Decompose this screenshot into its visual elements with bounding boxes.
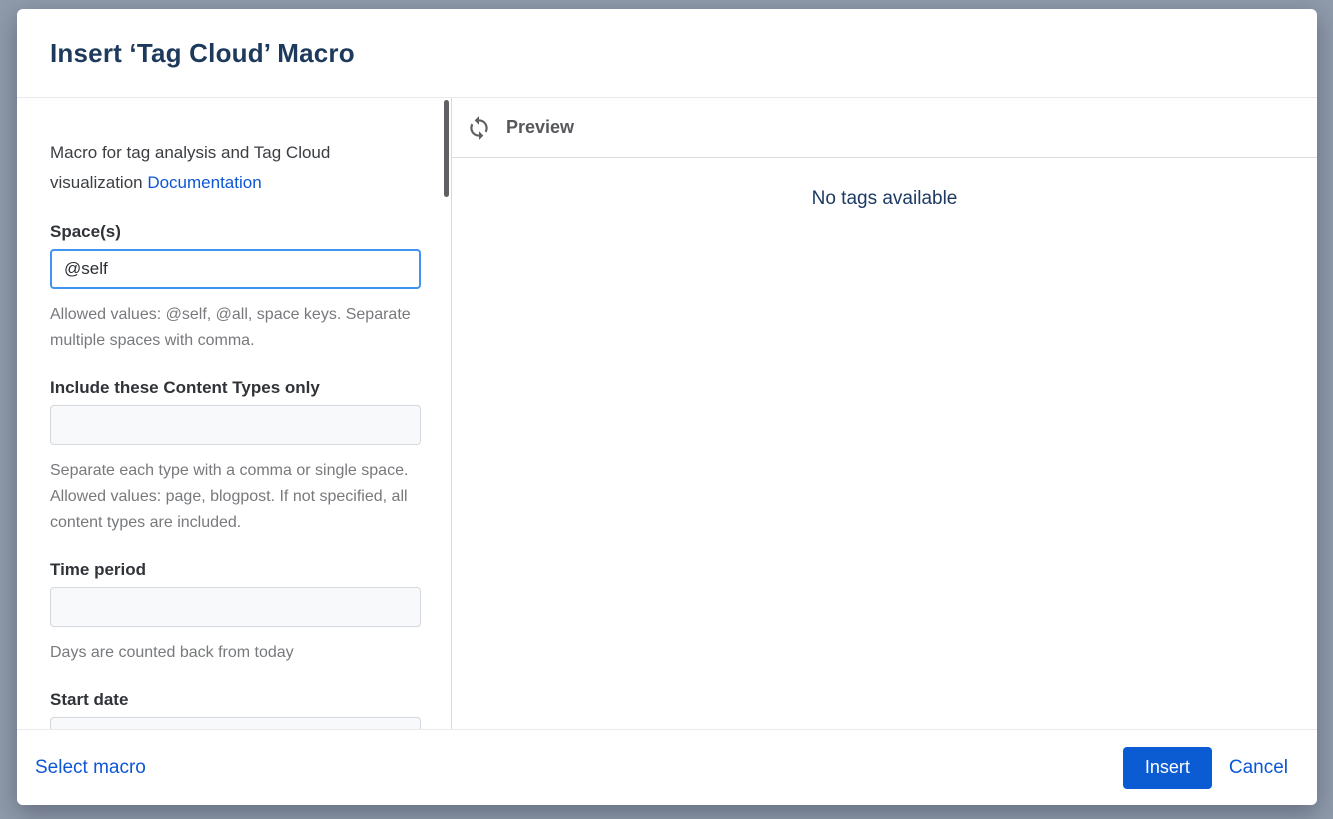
spaces-label: Space(s) <box>50 222 420 242</box>
content-types-label: Include these Content Types only <box>50 378 420 398</box>
select-macro-link[interactable]: Select macro <box>35 757 146 779</box>
preview-pane: Preview No tags available <box>452 98 1317 729</box>
preview-empty-message: No tags available <box>812 188 958 729</box>
time-period-label: Time period <box>50 560 420 580</box>
field-time-period: Time period Days are counted back from t… <box>50 560 420 666</box>
cancel-link[interactable]: Cancel <box>1229 757 1288 779</box>
preview-heading: Preview <box>506 117 574 138</box>
documentation-link[interactable]: Documentation <box>147 173 261 192</box>
insert-tag-cloud-macro-dialog: Insert ‘Tag Cloud’ Macro Macro for tag a… <box>17 9 1317 805</box>
dialog-header: Insert ‘Tag Cloud’ Macro <box>17 9 1317 98</box>
field-content-types: Include these Content Types only Separat… <box>50 378 420 536</box>
preview-header: Preview <box>452 98 1317 158</box>
start-date-input[interactable] <box>50 717 421 729</box>
dialog-title: Insert ‘Tag Cloud’ Macro <box>50 38 355 69</box>
field-spaces: Space(s) Allowed values: @self, @all, sp… <box>50 222 420 354</box>
insert-button[interactable]: Insert <box>1123 747 1212 789</box>
spaces-help: Allowed values: @self, @all, space keys.… <box>50 302 420 354</box>
start-date-label: Start date <box>50 690 420 710</box>
field-start-date: Start date <box>50 690 420 729</box>
content-types-input[interactable] <box>50 405 421 445</box>
footer-actions: Insert Cancel <box>1123 747 1288 789</box>
time-period-input[interactable] <box>50 587 421 627</box>
dialog-body: Macro for tag analysis and Tag Cloud vis… <box>17 98 1317 729</box>
macro-settings-pane: Macro for tag analysis and Tag Cloud vis… <box>17 98 452 729</box>
content-types-help: Separate each type with a comma or singl… <box>50 458 420 536</box>
time-period-help: Days are counted back from today <box>50 640 420 666</box>
refresh-icon[interactable] <box>466 115 492 141</box>
left-pane-scrollbar-thumb[interactable] <box>444 100 449 197</box>
macro-description: Macro for tag analysis and Tag Cloud vis… <box>50 138 420 198</box>
spaces-input[interactable] <box>50 249 421 289</box>
dialog-footer: Select macro Insert Cancel <box>17 729 1317 805</box>
preview-body: No tags available <box>452 158 1317 729</box>
